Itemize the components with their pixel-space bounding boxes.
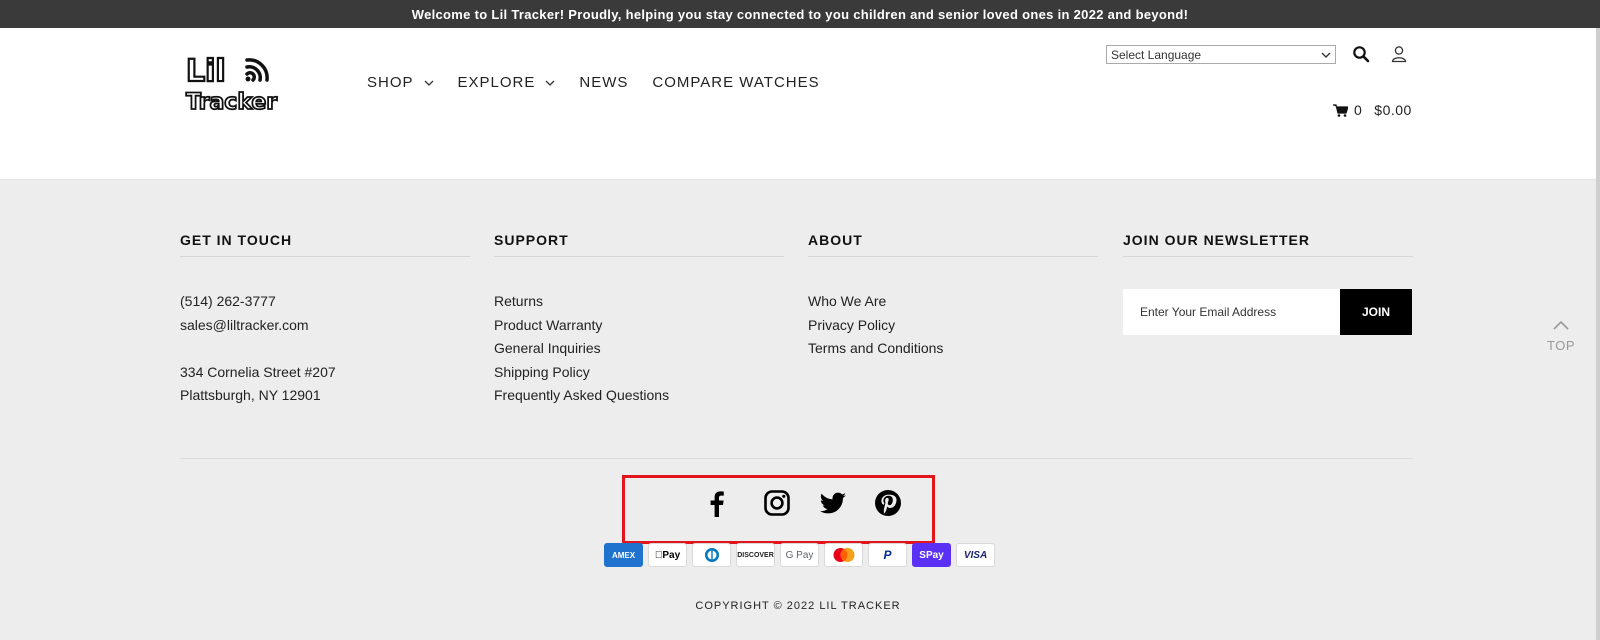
footer-about: ABOUT Who We Are Privacy Policy Terms an…	[808, 232, 1098, 361]
language-select[interactable]: Select Language	[1106, 45, 1336, 64]
nav-news-label: NEWS	[579, 74, 629, 91]
newsletter-form: JOIN	[1123, 289, 1412, 335]
support-link-faq[interactable]: Frequently Asked Questions	[494, 384, 784, 408]
back-to-top-button[interactable]: TOP	[1546, 320, 1576, 353]
announcement-text: Welcome to Lil Tracker! Proudly, helping…	[411, 6, 1189, 22]
discover-icon: DISCOVER	[736, 543, 775, 567]
nav-explore[interactable]: EXPLORE	[458, 74, 556, 91]
visa-icon: VISA	[956, 543, 995, 567]
contact-address-line1: 334 Cornelia Street #207	[180, 363, 336, 380]
language-select-value: Select Language	[1111, 47, 1202, 62]
chevron-down-icon	[545, 80, 555, 86]
contact-phone[interactable]: (514) 262-3777	[180, 290, 470, 314]
footer-contact-title: GET IN TOUCH	[180, 232, 470, 257]
logo[interactable]: Lil Tracker	[184, 53, 284, 116]
support-link-shipping[interactable]: Shipping Policy	[494, 361, 784, 385]
main-nav: SHOP EXPLORE NEWS COMPARE WATCHES	[367, 74, 820, 91]
nav-explore-label: EXPLORE	[457, 74, 536, 91]
nav-shop-label: SHOP	[367, 74, 414, 91]
cart-count: 0	[1354, 102, 1363, 118]
user-icon[interactable]	[1390, 45, 1408, 63]
scrollbar-track[interactable]	[1596, 28, 1600, 640]
facebook-icon[interactable]	[702, 488, 732, 518]
google-pay-icon: G Pay	[780, 543, 819, 567]
footer-newsletter-title: JOIN OUR NEWSLETTER	[1123, 232, 1413, 257]
nav-shop[interactable]: SHOP	[367, 74, 434, 91]
svg-text:Tracker: Tracker	[186, 90, 277, 114]
chevron-down-icon	[424, 80, 433, 86]
announcement-bar: Welcome to Lil Tracker! Proudly, helping…	[0, 0, 1600, 28]
nav-compare-label: COMPARE WATCHES	[652, 74, 820, 91]
footer-newsletter: JOIN OUR NEWSLETTER	[1123, 232, 1413, 257]
about-link-who-we-are[interactable]: Who We Are	[808, 290, 1098, 314]
svg-text:Lil: Lil	[186, 54, 226, 89]
amex-icon: AMEX	[604, 543, 643, 567]
search-icon[interactable]	[1352, 45, 1370, 63]
chevron-up-icon	[1553, 320, 1569, 330]
about-link-privacy[interactable]: Privacy Policy	[808, 314, 1098, 338]
nav-compare-watches[interactable]: COMPARE WATCHES	[652, 74, 819, 91]
footer-support: SUPPORT Returns Product Warranty General…	[494, 232, 784, 408]
cart-icon	[1333, 103, 1348, 117]
support-link-returns[interactable]: Returns	[494, 290, 784, 314]
paypal-icon: P	[868, 543, 907, 567]
chevron-down-icon	[1321, 52, 1331, 58]
apple-pay-icon: Pay	[648, 543, 687, 567]
copyright-text: COPYRIGHT © 2022 LIL TRACKER	[695, 600, 901, 612]
newsletter-join-button[interactable]: JOIN	[1340, 289, 1412, 335]
pinterest-icon[interactable]	[873, 488, 903, 518]
contact-email[interactable]: sales@liltracker.com	[180, 314, 470, 338]
back-to-top-label: TOP	[1547, 338, 1575, 353]
footer-contact: GET IN TOUCH (514) 262-3777 sales@liltra…	[180, 232, 470, 408]
contact-address-line2: Plattsburgh, NY 12901	[180, 387, 321, 403]
logo-graphic: Lil Tracker	[185, 53, 278, 116]
instagram-icon[interactable]	[762, 488, 792, 518]
mastercard-icon	[824, 543, 863, 567]
footer-divider	[180, 458, 1413, 459]
footer-about-title: ABOUT	[808, 232, 1098, 257]
nav-news[interactable]: NEWS	[579, 74, 628, 91]
support-link-inquiries[interactable]: General Inquiries	[494, 337, 784, 361]
site-header: Lil Tracker SHOP EXPLORE NEWS COMPARE WA…	[0, 28, 1600, 180]
footer-support-title: SUPPORT	[494, 232, 784, 257]
diners-club-icon	[692, 543, 731, 567]
support-link-warranty[interactable]: Product Warranty	[494, 314, 784, 338]
site-footer: GET IN TOUCH (514) 262-3777 sales@liltra…	[0, 180, 1596, 640]
newsletter-email-input[interactable]	[1123, 289, 1340, 335]
shop-pay-icon: S Pay	[912, 543, 951, 567]
cart-total: $0.00	[1374, 102, 1412, 118]
cart-button[interactable]: 0 $0.00	[1333, 102, 1412, 118]
payment-methods: AMEX Pay DISCOVER G Pay P SPay VISA	[604, 543, 995, 567]
about-link-terms[interactable]: Terms and Conditions	[808, 337, 1098, 361]
twitter-icon[interactable]	[818, 488, 848, 518]
